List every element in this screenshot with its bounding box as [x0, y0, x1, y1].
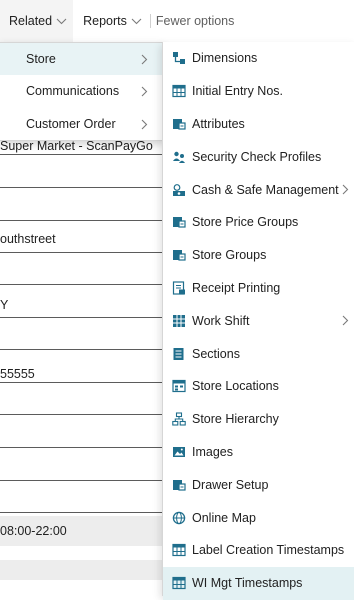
menu-item-label: Store Groups: [192, 248, 267, 263]
store-name-value[interactable]: Super Market - ScanPayGo: [0, 139, 160, 153]
globe-icon: [172, 511, 186, 525]
menu-item-label: Work Shift: [192, 313, 250, 328]
menu-item-label: Cash & Safe Management: [192, 182, 339, 197]
submenu-item-store[interactable]: Store: [0, 43, 163, 75]
phone-value[interactable]: 55555: [0, 367, 160, 381]
menu-item-wi-mgt-timestamps[interactable]: WI Mgt Timestamps: [163, 567, 354, 600]
cash-icon: [172, 183, 186, 197]
attributes-icon: [172, 478, 186, 492]
field-underline: [0, 252, 162, 253]
submenu-item-label: Store: [26, 52, 56, 66]
action-bar: Related Reports Fewer options: [0, 0, 354, 43]
related-submenu: Store Communications Customer Order: [0, 42, 164, 141]
menu-item-label: WI Mgt Timestamps: [192, 576, 303, 591]
table-icon: [172, 543, 186, 557]
chevron-right-icon: [141, 86, 163, 97]
field-underline: [0, 317, 162, 318]
menu-item-store-price-groups[interactable]: Store Price Groups: [163, 206, 354, 239]
table-icon: [172, 84, 186, 98]
reports-menu-button[interactable]: Reports: [73, 0, 142, 42]
menu-item-drawer-setup[interactable]: Drawer Setup: [163, 468, 354, 501]
reports-label: Reports: [83, 14, 127, 28]
field-underline: [0, 187, 162, 188]
hierarchy-icon: [172, 412, 186, 426]
submenu-item-communications[interactable]: Communications: [0, 75, 163, 107]
field-underline: [0, 382, 162, 383]
submenu-item-label: Communications: [26, 84, 120, 98]
related-label: Related: [9, 14, 53, 28]
sections-icon: [172, 347, 186, 361]
menu-item-label: Images: [192, 444, 233, 459]
attributes-icon: [172, 248, 186, 262]
menu-item-label: Receipt Printing: [192, 280, 281, 295]
address-value[interactable]: outhstreet: [0, 232, 160, 246]
locations-icon: [172, 379, 186, 393]
menu-item-attributes[interactable]: Attributes: [163, 108, 354, 141]
menu-item-label: Sections: [192, 346, 240, 361]
menu-item-store-locations[interactable]: Store Locations: [163, 370, 354, 403]
grid-icon: [172, 314, 186, 328]
menu-item-label: Drawer Setup: [192, 477, 269, 492]
menu-item-label: Security Check Profiles: [192, 149, 322, 164]
field-underline: [0, 512, 162, 513]
image-icon: [172, 445, 186, 459]
submenu-item-label: Customer Order: [26, 117, 116, 131]
chevron-down-icon: [131, 18, 142, 25]
menu-item-store-hierarchy[interactable]: Store Hierarchy: [163, 403, 354, 436]
menu-item-store-groups[interactable]: Store Groups: [163, 239, 354, 272]
opening-hours-value: 08:00-22:00: [0, 524, 67, 538]
menu-item-label: Online Map: [192, 510, 256, 525]
attributes-icon: [172, 215, 186, 229]
city-value[interactable]: Y: [0, 298, 160, 312]
attributes-icon: [172, 117, 186, 131]
menu-item-cash-safe-management[interactable]: Cash & Safe Management: [163, 173, 354, 206]
menu-item-label: Initial Entry Nos.: [192, 84, 284, 99]
menu-item-label-creation-timestamps[interactable]: Label Creation Timestamps: [163, 534, 354, 567]
related-menu-button[interactable]: Related: [0, 0, 74, 42]
field-underline: [0, 154, 162, 155]
submenu-item-customer-order[interactable]: Customer Order: [0, 108, 163, 140]
menu-item-label: Dimensions: [192, 51, 258, 66]
field-underline: [0, 349, 162, 350]
menu-item-initial-entry-nos[interactable]: Initial Entry Nos.: [163, 75, 354, 108]
chevron-right-icon: [141, 119, 163, 130]
menu-item-receipt-printing[interactable]: Receipt Printing: [163, 272, 354, 305]
receipt-icon: [172, 281, 186, 295]
field-underline: [0, 220, 162, 221]
chevron-right-icon: [342, 184, 354, 195]
menu-item-label: Store Locations: [192, 379, 279, 394]
menu-item-sections[interactable]: Sections: [163, 337, 354, 370]
chevron-right-icon: [141, 54, 163, 65]
disabled-field: [0, 560, 162, 580]
people-icon: [172, 150, 186, 164]
field-underline: [0, 414, 162, 415]
menu-item-online-map[interactable]: Online Map: [163, 501, 354, 534]
menu-item-label: Attributes: [192, 116, 245, 131]
menu-item-dimensions[interactable]: Dimensions: [163, 42, 354, 75]
dimensions-icon: [172, 51, 186, 65]
store-submenu: Dimensions Initial Entry Nos. Attributes…: [162, 42, 354, 600]
menu-item-security-check-profiles[interactable]: Security Check Profiles: [163, 140, 354, 173]
table-icon: [172, 576, 186, 590]
fewer-options-link[interactable]: Fewer options: [151, 0, 235, 42]
menu-item-label: Store Price Groups: [192, 215, 299, 230]
menu-item-work-shift[interactable]: Work Shift: [163, 304, 354, 337]
menu-item-images[interactable]: Images: [163, 436, 354, 469]
chevron-right-icon: [342, 315, 354, 326]
menu-item-label: Store Hierarchy: [192, 412, 279, 427]
menu-item-label: Label Creation Timestamps: [192, 543, 345, 558]
field-underline: [0, 284, 162, 285]
field-underline: [0, 447, 162, 448]
chevron-down-icon: [56, 18, 67, 25]
field-underline: [0, 480, 162, 481]
